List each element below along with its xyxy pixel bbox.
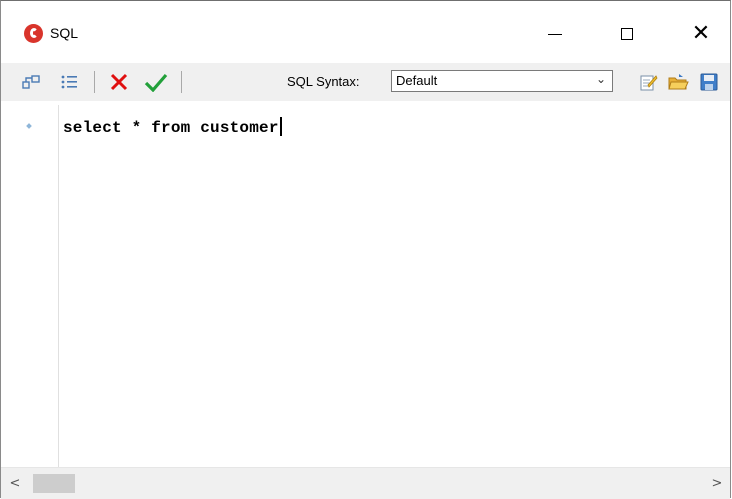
sql-syntax-value: Default	[396, 73, 438, 88]
code-text: select * from customer	[63, 119, 279, 137]
code-line[interactable]: select * from customer	[63, 117, 282, 137]
sql-syntax-label: SQL Syntax:	[287, 74, 360, 89]
title-bar[interactable]: SQL ✕	[1, 1, 730, 57]
line-marker-icon	[26, 123, 32, 129]
scroll-right-icon[interactable]: >	[709, 474, 725, 492]
cancel-icon	[110, 73, 128, 91]
toolbar-separator	[181, 71, 182, 93]
open-folder-icon	[668, 74, 689, 90]
window-title: SQL	[50, 25, 79, 41]
text-caret	[279, 117, 282, 136]
maximize-button[interactable]	[604, 15, 650, 53]
tree-view-icon	[22, 75, 40, 89]
confirm-icon	[144, 73, 168, 92]
maximize-icon	[621, 28, 633, 40]
sql-syntax-select[interactable]: Default ⌄	[391, 70, 613, 92]
open-folder-button[interactable]	[666, 70, 690, 94]
confirm-button[interactable]	[144, 70, 168, 94]
horizontal-scrollbar[interactable]: < >	[1, 467, 730, 499]
scroll-left-icon[interactable]: <	[7, 474, 23, 492]
edit-button[interactable]	[636, 70, 660, 94]
edit-icon	[640, 75, 658, 91]
app-logo-icon	[24, 24, 43, 43]
close-icon: ✕	[691, 21, 711, 46]
tree-view-button[interactable]	[19, 70, 43, 94]
list-button[interactable]	[57, 70, 81, 94]
list-icon	[61, 75, 77, 89]
minimize-button[interactable]	[532, 15, 578, 53]
line-gutter	[1, 105, 59, 467]
sql-window: SQL ✕ SQL Syntax: Default ⌄ select * fro…	[0, 0, 731, 499]
save-icon	[700, 73, 718, 91]
minimize-icon	[548, 33, 562, 35]
scroll-thumb[interactable]	[33, 474, 75, 493]
save-button[interactable]	[697, 70, 721, 94]
sql-editor[interactable]: select * from customer	[1, 105, 730, 467]
chevron-down-icon: ⌄	[595, 72, 606, 86]
close-button[interactable]: ✕	[678, 15, 724, 53]
toolbar-separator	[94, 71, 95, 93]
toolbar: SQL Syntax: Default ⌄	[1, 63, 730, 101]
cancel-button[interactable]	[107, 70, 131, 94]
